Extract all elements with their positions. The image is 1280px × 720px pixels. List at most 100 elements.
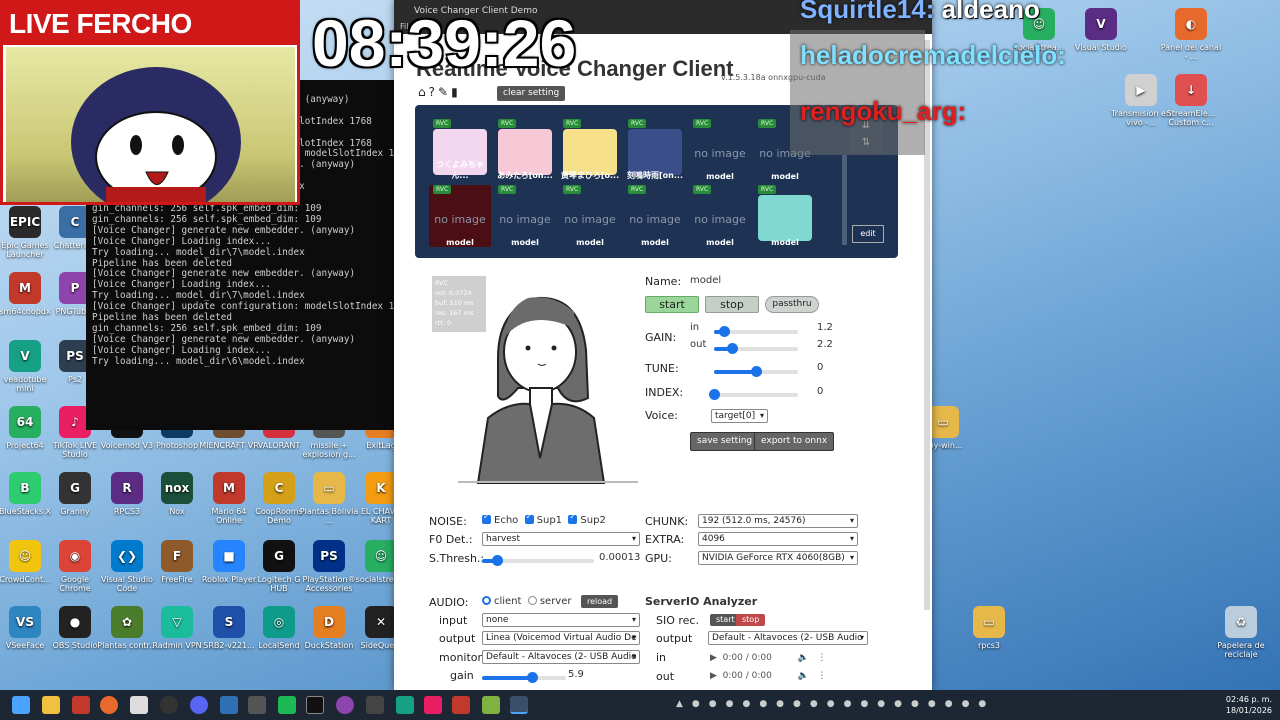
wrench-icon[interactable]: ✎ (438, 85, 451, 99)
voicemod-icon[interactable] (130, 696, 148, 714)
desktop-icon[interactable]: V Visual Studio (1070, 8, 1132, 52)
slider-thumb[interactable] (526, 672, 538, 683)
start-icon[interactable] (12, 696, 30, 714)
input-select[interactable]: none (482, 613, 640, 627)
discord-icon[interactable] (190, 696, 208, 714)
stream-timer: 08:39:26 (312, 6, 577, 80)
voice-select[interactable]: target[0] (711, 409, 768, 423)
slider-thumb[interactable] (751, 366, 762, 377)
app-icon: B (9, 472, 41, 504)
gain-in-slider[interactable] (714, 326, 798, 337)
output-label: output (439, 632, 476, 645)
voice-changer-task-icon[interactable] (510, 696, 528, 714)
model-name: model (706, 172, 734, 181)
help-icon[interactable]: ? (429, 85, 438, 99)
f0-select[interactable]: harvest (482, 532, 640, 546)
steam-icon[interactable] (160, 696, 178, 714)
start-button[interactable]: start (645, 296, 699, 313)
model-slot[interactable]: RVC 黄琴まひろ[o... (559, 119, 621, 181)
noise-checkboxes: Echo Sup1 Sup2 (482, 512, 606, 526)
model-name: つくよみちゃん... (436, 160, 484, 180)
extra-select[interactable]: 4096 (698, 532, 858, 546)
echo-checkbox[interactable]: Echo (482, 512, 518, 526)
model-slot[interactable]: no image RVC model (689, 185, 751, 247)
analyzer-output-select[interactable]: Default - Altavoces (2- USB Audio (708, 631, 868, 645)
firefox-icon[interactable] (100, 696, 118, 714)
bulb-icon[interactable]: ▮ (451, 85, 461, 99)
stop-button[interactable]: stop (705, 296, 759, 313)
gain-out-slider[interactable] (714, 343, 798, 354)
tune-label: TUNE: (645, 362, 679, 375)
app-icon[interactable] (72, 696, 90, 714)
system-tray[interactable]: ▲●●●●●●●●●●●●●●●●●● (676, 699, 1216, 711)
camera-icon[interactable] (248, 696, 266, 714)
slider-thumb[interactable] (719, 326, 731, 337)
rvc-badge: RVC (628, 119, 647, 128)
app-icon: F (161, 540, 193, 572)
tiktok-icon[interactable] (424, 696, 442, 714)
app-icon: ↓ (1175, 74, 1207, 106)
export-onnx-button[interactable]: export to onnx (754, 432, 835, 451)
slider-thumb[interactable] (709, 389, 720, 400)
app6-icon[interactable] (482, 696, 500, 714)
kick-icon[interactable] (278, 696, 296, 714)
desktop-icon[interactable]: ▭ rpcs3 (958, 606, 1020, 650)
slider-thumb[interactable] (491, 555, 503, 566)
output-select[interactable]: Linea (Voicemod Virtual Audio De (482, 631, 640, 645)
model-slot[interactable]: no image RVC model (689, 119, 751, 181)
clock-time: 02:46 p. m. (1225, 695, 1272, 704)
desktop-icon[interactable]: ♻ Papelera de reciclaje (1210, 606, 1272, 659)
model-slot[interactable]: RVC つくよみちゃん... (429, 119, 491, 181)
name-value: model (690, 275, 722, 286)
model-slot[interactable]: no image RVC model (429, 185, 491, 247)
model-name: model (576, 238, 604, 247)
app5-icon[interactable] (452, 696, 470, 714)
reload-button[interactable]: reload (581, 595, 619, 608)
explorer-icon[interactable] (42, 696, 60, 714)
sthresh-value: 0.00013 (599, 552, 641, 563)
clear-setting-button[interactable]: clear setting (497, 86, 566, 101)
sup2-label: Sup2 (580, 515, 606, 526)
client-radio[interactable]: client (482, 596, 521, 607)
sthresh-slider[interactable] (482, 555, 594, 566)
slot-scrollbar[interactable] (842, 155, 847, 245)
github-icon[interactable]: ⌂ (418, 85, 429, 99)
model-slot[interactable]: no image RVC model (559, 185, 621, 247)
model-slot[interactable]: RVC model (754, 185, 816, 247)
tune-slider[interactable] (714, 366, 798, 377)
app-icon: ■ (213, 540, 245, 572)
model-slot[interactable]: RVC 刻鳴時雨[on... (624, 119, 686, 181)
slider-thumb[interactable] (727, 343, 739, 354)
edit-slots-button[interactable]: edit (852, 225, 884, 243)
gain2-slider[interactable] (482, 672, 566, 683)
desktop-icon[interactable]: ↓ StreamEle... Custom c... (1160, 74, 1222, 127)
no-image-text: no image (434, 213, 486, 226)
terminal-icon[interactable] (306, 696, 324, 714)
server-radio[interactable]: server (527, 596, 571, 607)
app3-icon[interactable] (366, 696, 384, 714)
monitor-select[interactable]: Default - Altavoces (2- USB Audio (482, 650, 640, 664)
passthru-button[interactable]: passthru (765, 296, 819, 313)
sup2-checkbox[interactable]: Sup2 (568, 512, 606, 526)
save-setting-button[interactable]: save setting (690, 432, 760, 451)
app4-icon[interactable] (396, 696, 414, 714)
rvc-badge: RVC (693, 185, 712, 194)
model-slot[interactable]: RVC あみたろ[on... (494, 119, 556, 181)
rvc-badge: RVC (563, 185, 582, 194)
desktop-icon-label: Papelera de reciclaje (1217, 641, 1265, 659)
webcam-overlay: LIVE FERCHO REACTION (0, 0, 300, 217)
app-icon: ● (59, 606, 91, 638)
sup1-checkbox[interactable]: Sup1 (524, 512, 562, 526)
sio-stop-button[interactable]: stop (736, 614, 766, 626)
app2-icon[interactable] (336, 696, 354, 714)
model-slot[interactable]: no image RVC model (494, 185, 556, 247)
gain-out-label: out (690, 339, 707, 350)
out-audio-player[interactable]: ▶ 0:00 / 0:00 🔈 ⋮ (710, 671, 872, 681)
desktop-icon[interactable]: ◐ Panel del canal - ... (1160, 8, 1222, 61)
window-icon[interactable] (220, 696, 238, 714)
chunk-select[interactable]: 192 (512.0 ms, 24576) (698, 514, 858, 528)
index-slider[interactable] (709, 389, 798, 400)
in-audio-player[interactable]: ▶ 0:00 / 0:00 🔈 ⋮ (710, 653, 872, 663)
model-slot[interactable]: no image RVC model (624, 185, 686, 247)
gpu-select[interactable]: NVIDIA GeForce RTX 4060(8GB) (698, 551, 858, 565)
